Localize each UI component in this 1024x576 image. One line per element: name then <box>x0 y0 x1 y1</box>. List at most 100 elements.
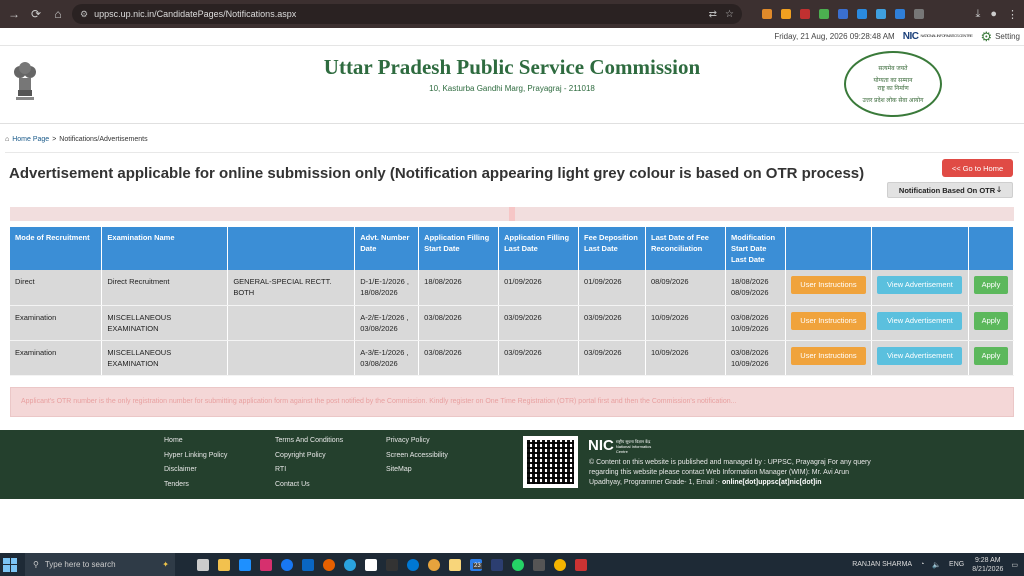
view-advertisement-button[interactable]: View Advertisement <box>877 311 963 330</box>
col-header: Fee Deposition Last Date <box>578 227 646 270</box>
col-header: Last Date of Fee Reconciliation <box>645 227 726 270</box>
footer-email: online[dot]uppsc[at]nic[dot]in <box>721 479 822 486</box>
url-text: uppsc.up.nic.in/CandidatePages/Notificat… <box>94 9 297 19</box>
cell-fee-recon: 10/09/2026 <box>645 340 726 376</box>
menu-icon[interactable]: ⋮ <box>1007 8 1018 21</box>
browser-toolbar: → ⟳ ⌂ ⚙ uppsc.up.nic.in/CandidatePages/N… <box>0 0 1024 28</box>
facebook-icon[interactable] <box>281 558 293 571</box>
footer-link[interactable]: Disclaimer <box>164 466 227 475</box>
datetime: Friday, 21 Aug, 2026 09:28:48 AM <box>774 32 895 41</box>
task-view-icon[interactable] <box>197 558 209 571</box>
footer-links-col2: Terms And Conditions Copyright Policy RT… <box>275 437 343 489</box>
view-advertisement-button[interactable]: View Advertisement <box>877 346 963 365</box>
app-icon[interactable] <box>491 558 503 571</box>
cell-fee-last: 03/09/2026 <box>578 305 646 341</box>
language[interactable]: ENG <box>949 561 964 568</box>
volume-icon[interactable]: 🔈 <box>932 561 941 569</box>
qr-code <box>523 436 578 488</box>
breadcrumb-home-link[interactable]: Home Page <box>12 136 49 143</box>
cell-extra <box>227 340 356 376</box>
clock[interactable]: 9:28 AM 8/21/2026 <box>972 556 1003 574</box>
page-title: Advertisement applicable for online subm… <box>9 165 865 182</box>
footer-link[interactable]: RTI <box>275 466 343 475</box>
extension-icon[interactable] <box>762 9 772 19</box>
extension-icon[interactable] <box>895 9 905 19</box>
app-icon[interactable] <box>533 558 545 571</box>
apply-button[interactable]: Apply <box>973 276 1008 294</box>
windows-start-icon[interactable] <box>3 557 17 572</box>
app-badge-icon[interactable]: 23 <box>470 558 482 571</box>
firefox-icon[interactable] <box>323 558 335 571</box>
extension-icon[interactable] <box>876 9 886 19</box>
whatsapp-icon[interactable] <box>512 558 524 571</box>
table-header-row: Mode of Recruitment Examination Name Adv… <box>10 227 1015 270</box>
chrome-active-icon[interactable] <box>554 558 566 571</box>
col-header <box>871 227 969 270</box>
notification-otr-button[interactable]: Notification Based On OTR 🡓 <box>887 182 1013 198</box>
wifi-icon[interactable]: ◔ <box>920 561 924 568</box>
footer-link[interactable]: Tenders <box>164 481 227 490</box>
reload-icon[interactable]: ⟳ <box>28 6 44 22</box>
footer-link[interactable]: Privacy Policy <box>386 437 448 446</box>
puzzle-icon[interactable] <box>914 9 924 19</box>
user-instructions-button[interactable]: User Instructions <box>790 311 866 330</box>
folder-icon[interactable] <box>449 558 461 571</box>
instagram-icon[interactable] <box>260 558 272 571</box>
extension-icon[interactable] <box>781 9 791 19</box>
address-bar[interactable]: ⚙ uppsc.up.nic.in/CandidatePages/Notific… <box>72 4 742 24</box>
extension-icon[interactable] <box>838 9 848 19</box>
mail-icon[interactable] <box>302 558 314 571</box>
store-icon[interactable] <box>239 558 251 571</box>
telegram-icon[interactable] <box>344 558 356 571</box>
home-icon: ⌂ <box>5 135 10 143</box>
cell-app-start: 18/08/2026 <box>418 270 500 306</box>
taskbar-apps: 23 <box>197 558 587 571</box>
extension-icon[interactable] <box>800 9 810 19</box>
edge-icon[interactable] <box>407 558 419 571</box>
app-icon[interactable] <box>386 558 398 571</box>
view-advertisement-button[interactable]: View Advertisement <box>877 276 963 294</box>
footer-link[interactable]: Hyper Linking Policy <box>164 452 227 461</box>
translate-icon[interactable]: ⇄ <box>709 9 717 20</box>
table-row: Examination MISCELLANEOUS EXAMINATION A-… <box>10 305 1015 341</box>
file-explorer-icon[interactable] <box>218 558 230 571</box>
bookmark-star-icon[interactable]: ☆ <box>725 9 734 20</box>
cell-fee-last: 03/09/2026 <box>578 340 646 376</box>
app-icon[interactable] <box>575 558 587 571</box>
user-instructions-button[interactable]: User Instructions <box>790 346 866 365</box>
app-icon[interactable] <box>365 558 377 571</box>
site-info-icon[interactable]: ⚙ <box>80 9 88 20</box>
footer-link[interactable]: Terms And Conditions <box>275 437 343 446</box>
taskbar-search[interactable]: ⚲ Type here to search ✦ <box>25 553 175 576</box>
notifications-icon[interactable]: ▭ <box>1011 561 1018 569</box>
col-header <box>785 227 872 270</box>
apply-button[interactable]: Apply <box>973 311 1008 330</box>
home-icon[interactable]: ⌂ <box>50 6 66 22</box>
apply-button[interactable]: Apply <box>973 346 1008 365</box>
windows-taskbar: ⚲ Type here to search ✦ 23 RANJAN SHARMA… <box>0 553 1024 576</box>
user-instructions-button[interactable]: User Instructions <box>790 276 866 294</box>
breadcrumb: ⌂ Home Page > Notifications/Advertisemen… <box>5 135 148 143</box>
extension-icon[interactable] <box>819 9 829 19</box>
footer-link[interactable]: Contact Us <box>275 481 343 490</box>
notifications-table: Mode of Recruitment Examination Name Adv… <box>10 227 1015 376</box>
footer-link[interactable]: Copyright Policy <box>275 452 343 461</box>
go-to-home-button[interactable]: << Go to Home <box>942 159 1013 177</box>
profile-icon[interactable]: ● <box>990 8 997 21</box>
forward-icon[interactable]: → <box>6 6 22 22</box>
cell-fee-recon: 10/09/2026 <box>645 305 726 341</box>
footer-link[interactable]: Home <box>164 437 227 446</box>
extension-icon[interactable] <box>857 9 867 19</box>
cell-extra: GENERAL-SPECIAL RECTT. BOTH <box>227 270 356 306</box>
col-header: Mode of Recruitment <box>10 227 103 270</box>
sparkle-icon: ✦ <box>162 560 169 569</box>
footer-link[interactable]: SiteMap <box>386 466 448 475</box>
chrome-icon[interactable] <box>428 558 440 571</box>
download-icon[interactable]: ⤓ <box>975 8 980 21</box>
alert-strip <box>10 207 1014 221</box>
footer-link[interactable]: Screen Accessibility <box>386 452 448 461</box>
cell-app-last: 03/09/2026 <box>498 305 580 341</box>
breadcrumb-current: Notifications/Advertisements <box>59 135 148 143</box>
col-header <box>227 227 356 270</box>
settings-button[interactable]: ⚙ Setting <box>980 29 1020 45</box>
